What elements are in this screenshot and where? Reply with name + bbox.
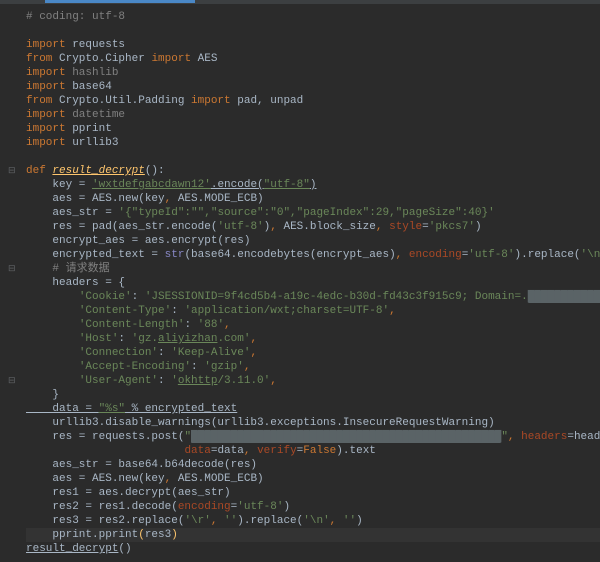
code-line: 'Connection': 'Keep-Alive', — [26, 346, 600, 360]
code-line: # coding: utf-8 — [26, 10, 600, 24]
code-line: res2 = res1.decode(encoding='utf-8') — [26, 500, 600, 514]
code-line: 'Content-Type': 'application/wxt;charset… — [26, 304, 600, 318]
fold-icon[interactable]: ⊟ — [8, 262, 16, 276]
code-line: encrypt_aes = aes.encrypt(res) — [26, 234, 600, 248]
code-line: } — [26, 388, 600, 402]
code-line: import base64 — [26, 80, 600, 94]
code-editor[interactable]: ⊟ ⊟ ⊟ # coding: utf-8 import requests fr… — [0, 4, 600, 562]
active-tab-indicator[interactable] — [45, 0, 195, 3]
code-line: result_decrypt() — [26, 542, 600, 556]
code-line: aes_str = base64.b64decode(res) — [26, 458, 600, 472]
code-line: import urllib3 — [26, 136, 600, 150]
code-line: res3 = res2.replace('\r', '').replace('\… — [26, 514, 600, 528]
code-line: 'Host': 'gz.aliyizhan.com', — [26, 332, 600, 346]
redacted-domain: █████████████ — [528, 291, 600, 303]
code-line: from Crypto.Cipher import AES — [26, 52, 600, 66]
code-line: res = pad(aes_str.encode('utf-8'), AES.b… — [26, 220, 600, 234]
code-line: 'Content-Length': '88', — [26, 318, 600, 332]
code-line: aes = AES.new(key, AES.MODE_ECB) — [26, 192, 600, 206]
code-line: aes_str = '{"typeId":"","source":"0","pa… — [26, 206, 600, 220]
code-line: 'Accept-Encoding': 'gzip', — [26, 360, 600, 374]
code-line: from Crypto.Util.Padding import pad, unp… — [26, 94, 600, 108]
code-line: aes = AES.new(key, AES.MODE_ECB) — [26, 472, 600, 486]
code-line: data = "%s" % encrypted_text — [26, 402, 600, 416]
code-line: def result_decrypt(): — [26, 164, 600, 178]
code-line: import requests — [26, 38, 600, 52]
code-line: key = 'wxtdefgabcdawn12'.encode("utf-8") — [26, 178, 600, 192]
code-line: 'Cookie': 'JSESSIONID=9f4cd5b4-a19c-4edc… — [26, 290, 600, 304]
fold-icon[interactable]: ⊟ — [8, 374, 16, 388]
fold-icon[interactable]: ⊟ — [8, 164, 16, 178]
code-line: 'User-Agent': 'okhttp/3.11.0', — [26, 374, 600, 388]
code-line: urllib3.disable_warnings(urllib3.excepti… — [26, 416, 600, 430]
code-line: res = requests.post("███████████████████… — [26, 430, 600, 444]
code-line: res1 = aes.decrypt(aes_str) — [26, 486, 600, 500]
code-line: import pprint — [26, 122, 600, 136]
code-line: import hashlib — [26, 66, 600, 80]
code-line: import datetime — [26, 108, 600, 122]
code-line: encrypted_text = str(base64.encodebytes(… — [26, 248, 600, 262]
gutter: ⊟ ⊟ ⊟ — [0, 10, 20, 562]
code-line: headers = { — [26, 276, 600, 290]
redacted-url: ████████████████████████████████████████… — [191, 431, 501, 443]
code-line: # 请求数据 — [26, 262, 600, 276]
code-line: data=data, verify=False).text — [26, 444, 600, 458]
code-line: pprint.pprint(res3) — [26, 528, 600, 542]
